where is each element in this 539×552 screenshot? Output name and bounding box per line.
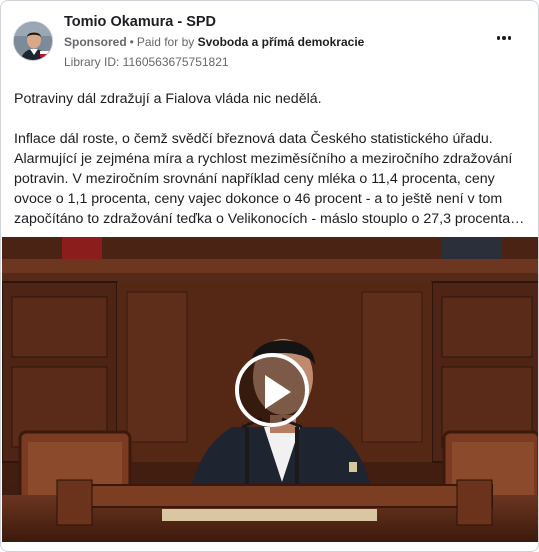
ad-body-text: Potraviny dál zdražují a Fialova vláda n…	[14, 89, 526, 229]
ad-header: Tomio Okamura - SPD Sponsored • Paid for b…	[13, 13, 526, 73]
play-button[interactable]	[235, 353, 309, 427]
avatar[interactable]	[13, 21, 53, 61]
more-options-button[interactable]	[492, 31, 516, 45]
ad-card: Tomio Okamura - SPD Sponsored • Paid for b…	[0, 0, 539, 552]
sponsor-line: Sponsored • Paid for by Svoboda a přímá de…	[64, 35, 364, 49]
body-paragraph-2: Inflace dál roste, o čemž svědčí březnov…	[14, 131, 513, 227]
payer-name: Svoboda a přímá demokracie	[197, 35, 365, 49]
video-player[interactable]	[2, 237, 538, 542]
profile-avatar	[14, 22, 52, 60]
paid-for-prefix: Paid for by	[136, 35, 195, 49]
library-id: Library ID: 1160563675751821	[64, 55, 229, 69]
page-name-link[interactable]: Tomio Okamura - SPD	[64, 14, 216, 30]
body-paragraph-1: Potraviny dál zdražují a Fialova vláda n…	[14, 91, 322, 107]
sponsored-label: Sponsored	[64, 35, 127, 49]
more-horizontal-icon	[496, 36, 501, 40]
play-icon	[265, 375, 291, 409]
separator-dot: •	[129, 35, 134, 49]
